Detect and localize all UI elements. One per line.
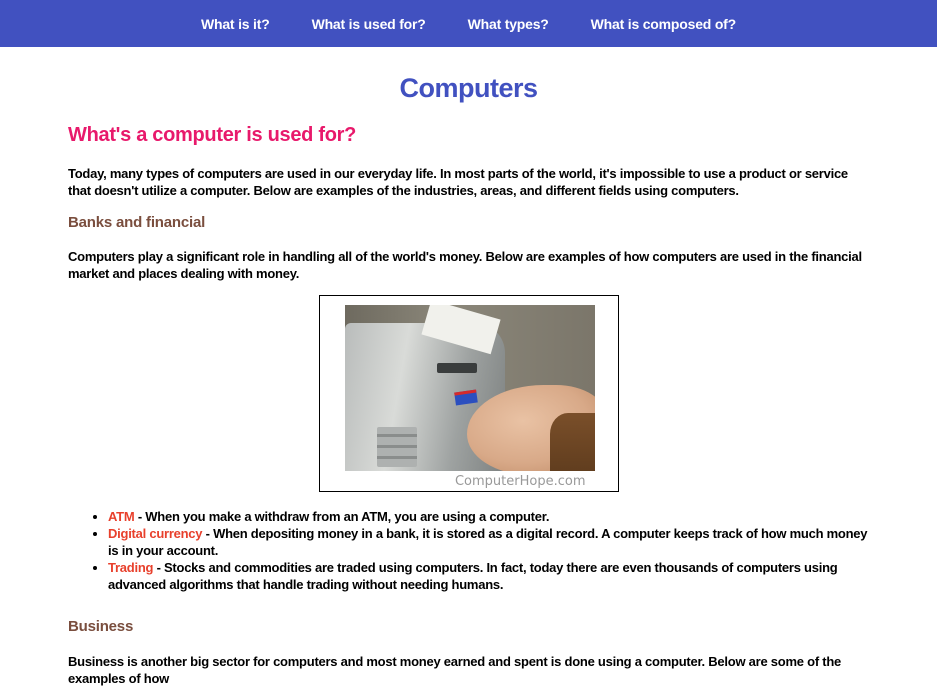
list-item: Trading - Stocks and commodities are tra…: [108, 559, 869, 593]
business-paragraph: Business is another big sector for compu…: [68, 654, 842, 686]
intro-paragraph: Today, many types of computers are used …: [68, 166, 848, 198]
list-item: ATM - When you make a withdraw from an A…: [108, 508, 869, 525]
nav-link-what-is-composed-of[interactable]: What is composed of?: [591, 16, 737, 32]
term-trading: Trading: [108, 560, 154, 575]
atm-photo: [344, 305, 595, 471]
banks-paragraph: Computers play a significant role in han…: [68, 249, 862, 281]
page-title: Computers: [399, 73, 538, 103]
main-content: Computers What's a computer is used for?…: [0, 73, 937, 687]
image-watermark: ComputerHope.com: [454, 474, 586, 489]
nav-link-what-types[interactable]: What types?: [468, 16, 549, 32]
list-item-text: - Stocks and commodities are traded usin…: [108, 560, 838, 592]
list-item-text: - When depositing money in a bank, it is…: [108, 526, 868, 558]
section-title: What's a computer is used for?: [68, 124, 357, 146]
banks-heading: Banks and financial: [68, 214, 206, 231]
banks-examples-list: ATM - When you make a withdraw from an A…: [68, 508, 869, 593]
term-atm: ATM: [108, 509, 135, 524]
list-item-text: - When you make a withdraw from an ATM, …: [134, 509, 550, 524]
business-heading: Business: [68, 618, 134, 635]
term-digital-currency: Digital currency: [108, 526, 203, 541]
nav-link-what-is-it[interactable]: What is it?: [201, 16, 270, 32]
list-item: Digital currency - When depositing money…: [108, 525, 869, 559]
top-navigation: What is it? What is used for? What types…: [0, 0, 937, 47]
atm-image-frame: ComputerHope.com: [318, 295, 619, 492]
nav-link-what-is-used-for[interactable]: What is used for?: [312, 16, 426, 32]
